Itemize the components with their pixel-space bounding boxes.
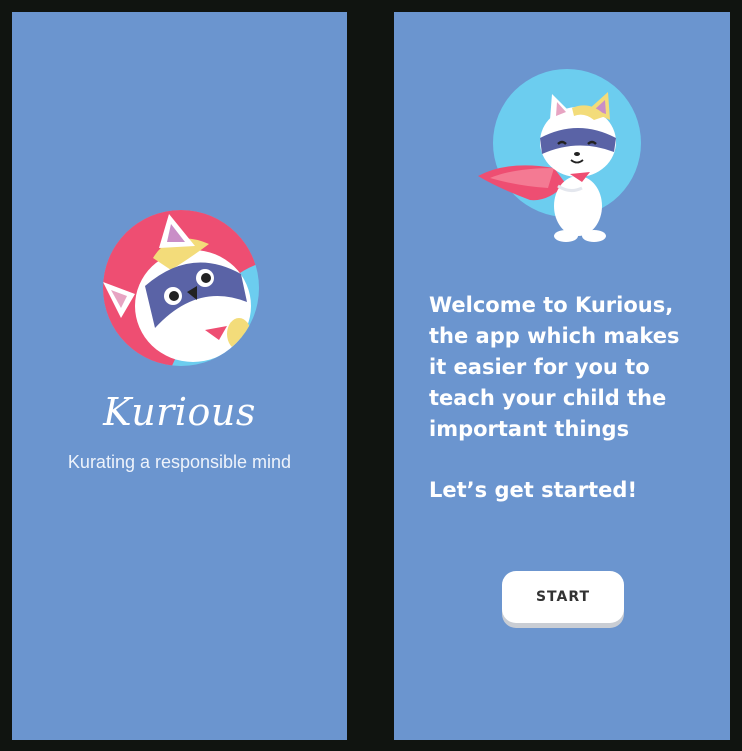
welcome-screen: Welcome to Kurious, the app which makes … [394, 12, 730, 740]
app-preview-canvas: Kurious Kurating a responsible mind Welc… [0, 0, 742, 751]
cat-mascot-icon [103, 210, 259, 366]
welcome-message: Welcome to Kurious, the app which makes … [429, 293, 680, 441]
brand-title: Kurious [103, 390, 256, 434]
get-started-text: Let’s get started! [429, 478, 638, 502]
brand-tagline: Kurating a responsible mind [67, 452, 292, 472]
splash-screen: Kurious Kurating a responsible mind [12, 12, 347, 740]
superhero-cat-icon [478, 69, 641, 242]
start-button[interactable]: START [502, 571, 624, 623]
